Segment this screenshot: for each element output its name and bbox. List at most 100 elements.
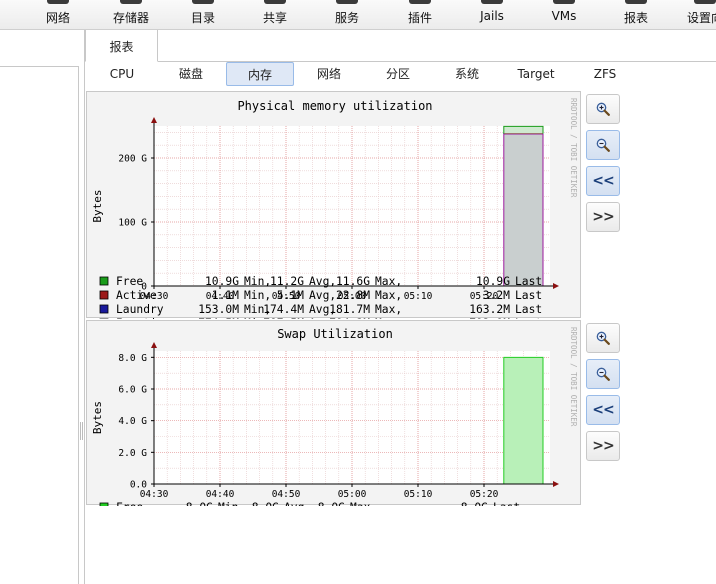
nav-label: 网络 — [45, 11, 70, 25]
legend-swatch — [99, 290, 109, 300]
legend-unit: Min, — [244, 275, 271, 288]
nav-plugins[interactable]: 插件 — [384, 0, 456, 29]
swap-zoom-out-button[interactable] — [586, 359, 620, 389]
y-tick-label: 2.0 G — [118, 448, 147, 459]
memory-pan-back-button[interactable]: << — [586, 166, 620, 196]
directory-icon — [192, 0, 214, 4]
y-axis-label: Bytes — [91, 401, 104, 434]
legend-avg: 5.1M — [277, 289, 304, 302]
nav-reporting[interactable]: 报表 — [600, 0, 672, 29]
magnifier-minus-icon — [596, 138, 610, 152]
nav-services[interactable]: 服务 — [311, 0, 383, 29]
nav-network[interactable]: 网络 — [22, 0, 94, 29]
reporting-subtabs: CPU 磁盘 内存 网络 分区 系统 Target ZFS — [85, 62, 716, 88]
memory-zoom-out-button[interactable] — [586, 130, 620, 160]
legend-last: 10.9G — [476, 275, 510, 288]
nav-directory[interactable]: 目录 — [167, 0, 239, 29]
magnifier-plus-icon — [596, 331, 610, 345]
x-tick-label: 04:30 — [140, 489, 169, 500]
nav-label: 插件 — [407, 11, 432, 25]
legend-swatch — [99, 304, 109, 314]
y-tick-label: 6.0 G — [118, 385, 147, 396]
legend-avg: 174.4M — [263, 303, 304, 316]
double-chevron-left-icon: << — [592, 173, 614, 189]
legend-last: 3.2M — [483, 289, 510, 302]
series-area-wired — [503, 134, 543, 286]
x-tick-label: 05:10 — [404, 291, 433, 302]
y-tick-label: 4.0 G — [118, 416, 147, 427]
subtab-memory[interactable]: 内存 — [226, 62, 294, 86]
nav-settings[interactable]: 设置向 — [669, 0, 716, 29]
swap-pan-back-button[interactable]: << — [586, 395, 620, 425]
legend-unit: Avg, — [284, 501, 311, 506]
subtab-zfs[interactable]: ZFS — [571, 62, 639, 86]
swap-graph-panel: Swap Utilization 04:30 04:40 04:50 05:00 05:1… — [86, 320, 581, 506]
nav-label: 目录 — [190, 11, 215, 25]
subtab-disk[interactable]: 磁盘 — [157, 62, 225, 86]
memory-zoom-in-button[interactable] — [586, 94, 620, 124]
magnifier-minus-icon — [596, 367, 610, 381]
swap-graph-canvas: Swap Utilization 04:30 04:40 04:50 05:00 05:1… — [91, 327, 578, 506]
nav-storage[interactable]: 存储器 — [95, 0, 167, 29]
subtab-network[interactable]: 网络 — [295, 62, 363, 86]
y-tick-label: 200 G — [118, 154, 147, 165]
vms-icon — [553, 0, 575, 4]
nav-sharing[interactable]: 共享 — [239, 0, 311, 29]
tab-reporting[interactable]: 报表 — [85, 30, 158, 62]
double-chevron-left-icon: << — [592, 402, 614, 418]
subtab-cpu[interactable]: CPU — [88, 62, 156, 86]
graph-title: Swap Utilization — [277, 327, 393, 341]
legend-avg: 8.0G — [252, 501, 279, 506]
legend-unit: Max, — [375, 317, 402, 319]
series-area-free — [503, 357, 543, 484]
legend-max: 11.6G — [336, 275, 370, 288]
legend-min: 10.9G — [205, 275, 239, 288]
navigation-tree-pane — [0, 66, 79, 584]
legend-last: 8.0G — [461, 501, 488, 506]
top-navigation: 网络 存储器 目录 共享 服务 插件 Jails VMs 报表 设置向 — [0, 0, 716, 30]
legend-unit: Last — [493, 501, 520, 506]
legend-unit: Avg, — [309, 275, 336, 288]
legend-max: 181.7M — [329, 303, 370, 316]
swap-zoom-in-button[interactable] — [586, 323, 620, 353]
x-tick-label: 05:20 — [470, 489, 499, 500]
storage-icon — [120, 0, 142, 4]
subtab-partition[interactable]: 分区 — [364, 62, 432, 86]
series-area-free — [503, 126, 543, 134]
y-axis-arrow-icon — [151, 117, 157, 123]
x-tick-label: 05:00 — [338, 489, 367, 500]
settings-icon — [694, 0, 716, 4]
subtab-target[interactable]: Target — [502, 62, 570, 86]
legend-max: 794.2M — [329, 317, 370, 319]
y-axis-label: Bytes — [91, 189, 104, 222]
nav-label: 共享 — [262, 11, 287, 25]
reporting-icon — [625, 0, 647, 4]
x-axis-arrow-icon — [553, 481, 559, 487]
legend-unit: Avg, — [309, 289, 336, 302]
subtab-system[interactable]: 系统 — [433, 62, 501, 86]
nav-label: 存储器 — [112, 11, 149, 25]
memory-pan-forward-button[interactable]: >> — [586, 202, 620, 232]
nav-jails[interactable]: Jails — [456, 0, 528, 29]
legend-unit: Min, — [218, 501, 245, 506]
main-content: 报表 CPU 磁盘 内存 网络 分区 系统 Target ZFS Physical memor… — [84, 30, 716, 584]
legend-avg: 11.2G — [270, 275, 304, 288]
legend-unit: Max, — [375, 303, 402, 316]
double-chevron-right-icon: >> — [592, 209, 614, 225]
y-tick-label: 8.0 G — [118, 353, 147, 364]
memory-graph-canvas: Physical memory utilization04:30 04:40 04:… — [91, 98, 578, 319]
double-chevron-right-icon: >> — [592, 438, 614, 454]
legend-unit: Max, — [375, 289, 402, 302]
legend-last: 792.9M — [469, 317, 510, 319]
swap-pan-forward-button[interactable]: >> — [586, 431, 620, 461]
legend-name: Active — [116, 289, 157, 302]
nav-vms[interactable]: VMs — [528, 0, 600, 29]
legend-min: 153.0M — [198, 303, 239, 316]
network-icon — [47, 0, 69, 4]
graph-title: Physical memory utilization — [237, 99, 432, 113]
legend-min: 1.1M — [212, 289, 239, 302]
splitter-grip-icon[interactable] — [80, 422, 83, 440]
legend-unit: Min, — [244, 289, 271, 302]
magnifier-plus-icon — [596, 102, 610, 116]
sharing-icon — [264, 0, 286, 4]
